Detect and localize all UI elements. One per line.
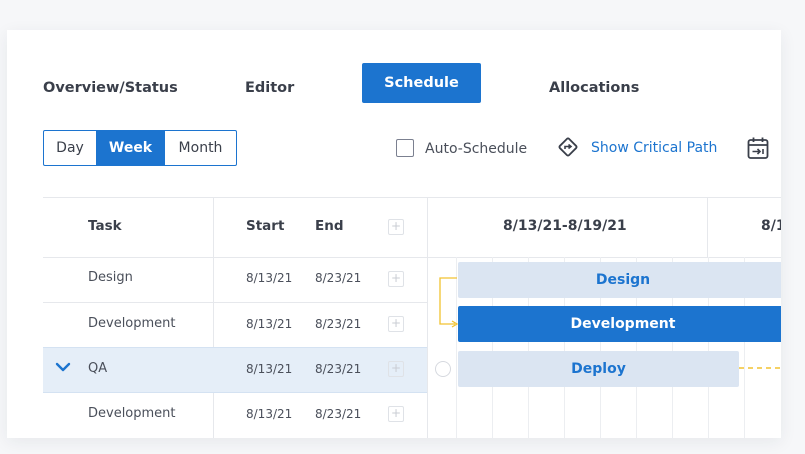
column-header-start[interactable]: Start bbox=[246, 218, 284, 234]
add-column-button[interactable]: + bbox=[388, 219, 404, 235]
show-critical-path-link[interactable]: Show Critical Path bbox=[591, 140, 717, 156]
task-name[interactable]: Development bbox=[88, 406, 176, 421]
route-diamond-icon[interactable] bbox=[557, 136, 579, 158]
task-name[interactable]: QA bbox=[88, 361, 107, 376]
add-task-button[interactable]: + bbox=[388, 316, 404, 332]
grid-line bbox=[43, 257, 427, 258]
scheduler-panel: Overview/Status Editor Schedule Allocati… bbox=[7, 30, 781, 438]
tab-overview-status[interactable]: Overview/Status bbox=[43, 73, 178, 103]
grid-line bbox=[43, 197, 781, 198]
dependency-arrow bbox=[439, 277, 459, 328]
chevron-down-icon[interactable] bbox=[55, 361, 71, 373]
gantt-bar-development[interactable]: Development bbox=[458, 306, 781, 342]
dependency-line bbox=[739, 367, 781, 369]
tab-editor[interactable]: Editor bbox=[245, 73, 294, 103]
grid-line bbox=[427, 257, 781, 258]
add-task-button[interactable]: + bbox=[388, 406, 404, 422]
task-name[interactable]: Development bbox=[88, 316, 176, 331]
grid-line bbox=[43, 302, 427, 303]
task-start[interactable]: 8/13/21 bbox=[246, 317, 292, 331]
task-end[interactable]: 8/23/21 bbox=[315, 362, 361, 376]
column-header-task[interactable]: Task bbox=[88, 218, 122, 234]
tab-allocations[interactable]: Allocations bbox=[549, 73, 639, 103]
view-day-button[interactable]: Day bbox=[44, 131, 97, 165]
task-name[interactable]: Design bbox=[88, 270, 133, 285]
task-start[interactable]: 8/13/21 bbox=[246, 271, 292, 285]
view-month-button[interactable]: Month bbox=[165, 131, 236, 165]
task-end[interactable]: 8/23/21 bbox=[315, 407, 361, 421]
milestone-marker[interactable] bbox=[435, 361, 451, 377]
grid-line bbox=[213, 197, 214, 438]
auto-schedule-checkbox[interactable] bbox=[396, 139, 414, 157]
view-toggle: Day Week Month bbox=[43, 130, 237, 166]
tab-schedule[interactable]: Schedule bbox=[362, 63, 481, 103]
period-header: 8/13/21-8/19/21 bbox=[503, 218, 627, 234]
column-header-end[interactable]: End bbox=[315, 218, 344, 234]
grid-line bbox=[707, 197, 708, 257]
gantt-bar-deploy[interactable]: Deploy bbox=[458, 351, 739, 387]
task-end[interactable]: 8/23/21 bbox=[315, 271, 361, 285]
auto-schedule-label[interactable]: Auto-Schedule bbox=[425, 141, 527, 157]
add-task-button[interactable]: + bbox=[388, 271, 404, 287]
gantt-bar-design[interactable]: Design bbox=[458, 262, 781, 298]
task-start[interactable]: 8/13/21 bbox=[246, 407, 292, 421]
add-task-button[interactable]: + bbox=[388, 361, 404, 377]
period-header: 8/1 bbox=[761, 218, 781, 234]
view-week-button[interactable]: Week bbox=[97, 131, 165, 165]
task-start[interactable]: 8/13/21 bbox=[246, 362, 292, 376]
task-end[interactable]: 8/23/21 bbox=[315, 317, 361, 331]
grid-line bbox=[427, 197, 428, 438]
calendar-arrow-icon[interactable] bbox=[747, 136, 769, 160]
